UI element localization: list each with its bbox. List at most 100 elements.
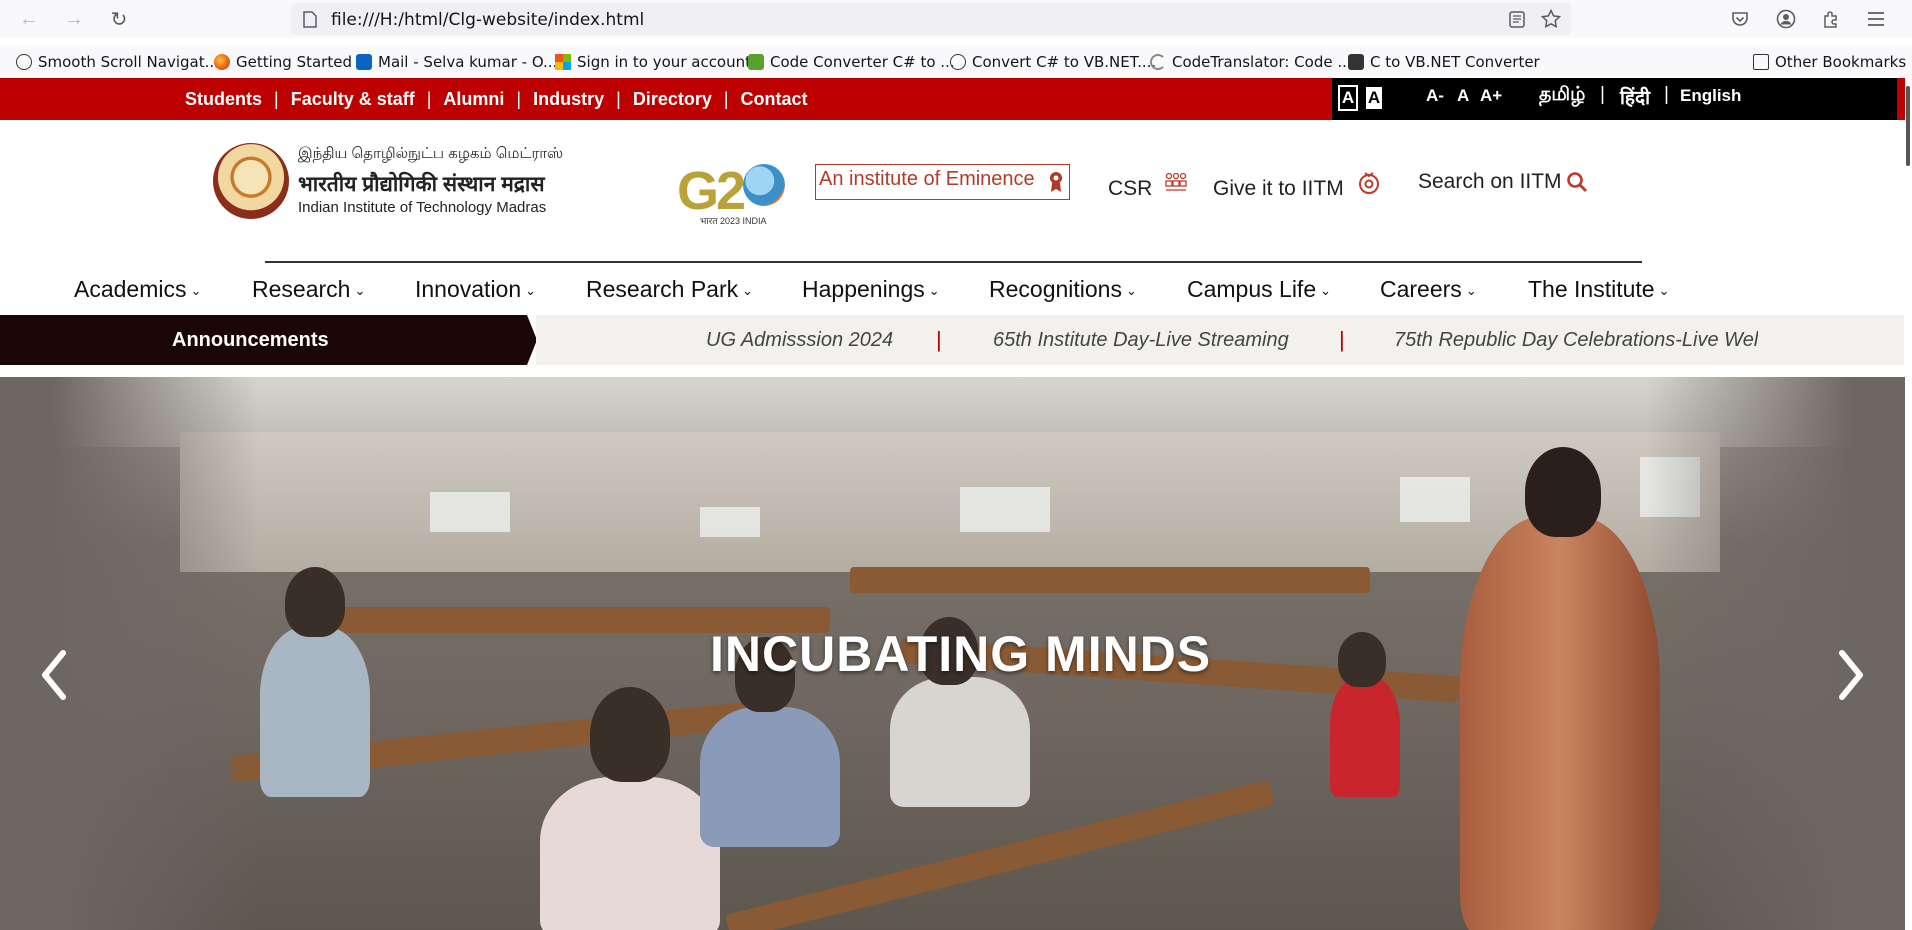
chevron-down-icon: ⌄ xyxy=(190,282,202,298)
link-directory[interactable]: Directory xyxy=(633,89,712,110)
nav-innovation[interactable]: Innovation ⌄ xyxy=(415,276,536,303)
nav-campus-life[interactable]: Campus Life ⌄ xyxy=(1187,276,1331,303)
bookmark-item[interactable]: C to VB.NET Converter xyxy=(1348,51,1540,73)
separator: | xyxy=(516,88,522,109)
lang-hindi[interactable]: हिंदी xyxy=(1620,84,1650,110)
font-increase-button[interactable]: A+ xyxy=(1480,86,1502,106)
carousel-prev-icon[interactable] xyxy=(35,645,75,705)
bookmark-label: Mail - Selva kumar - O... xyxy=(378,53,558,71)
search-icon[interactable] xyxy=(1566,171,1588,193)
eminence-label: An institute of Eminence xyxy=(819,168,1035,190)
announcement-item[interactable]: 65th Institute Day-Live Streaming xyxy=(993,329,1289,352)
nav-label: Innovation xyxy=(415,276,522,302)
csr-link[interactable]: CSR xyxy=(1108,177,1152,201)
nav-careers[interactable]: Careers ⌄ xyxy=(1380,276,1477,303)
account-icon[interactable] xyxy=(1773,6,1799,32)
accessibility-panel: A A A- A A+ தமிழ் | हिंदी | English xyxy=(1332,78,1897,120)
nav-recognitions[interactable]: Recognitions ⌄ xyxy=(989,276,1137,303)
font-decrease-button[interactable]: A- xyxy=(1426,86,1444,106)
header-divider xyxy=(265,261,1642,263)
bookmarks-bar: Smooth Scroll Navigat... Getting Started… xyxy=(0,46,1912,76)
bookmark-item[interactable]: Code Converter C# to ... xyxy=(748,51,955,73)
iitm-seal-logo[interactable] xyxy=(213,143,289,219)
nav-label: Recognitions xyxy=(989,276,1122,302)
carousel-next-icon[interactable] xyxy=(1830,645,1870,705)
high-contrast-button[interactable]: A xyxy=(1338,85,1358,111)
bookmark-item[interactable]: Convert C# to VB.NET.... xyxy=(950,51,1156,73)
logo-text-tamil: இந்திய தொழில்நுட்ப கழகம் மெட்ராஸ் xyxy=(298,145,564,162)
announcement-item[interactable]: 75th Republic Day Celebrations-Live Wel xyxy=(1394,329,1758,352)
bookmark-item[interactable]: CodeTranslator: Code ... xyxy=(1150,51,1352,73)
back-icon[interactable]: ← xyxy=(16,6,42,32)
nav-label: The Institute xyxy=(1528,276,1655,302)
search-link[interactable]: Search on IITM xyxy=(1418,170,1562,194)
scrollbar-thumb[interactable] xyxy=(1906,86,1910,166)
announcements-ticker: UG Admisssion 2024 | 65th Institute Day-… xyxy=(536,315,1904,365)
announcement-item[interactable]: UG Admisssion 2024 xyxy=(706,329,893,352)
nav-academics[interactable]: Academics ⌄ xyxy=(74,276,201,303)
nav-label: Careers xyxy=(1380,276,1462,302)
reload-icon[interactable]: ↻ xyxy=(106,6,132,32)
browser-toolbar: ← → ↻ file:///H:/html/Clg-website/index.… xyxy=(0,0,1912,38)
bookmark-item[interactable]: Mail - Selva kumar - O... xyxy=(356,51,557,73)
give-to-iitm-link[interactable]: Give it to IITM xyxy=(1213,177,1344,201)
link-contact[interactable]: Contact xyxy=(741,89,808,110)
bookmark-star-icon[interactable] xyxy=(1541,9,1561,29)
nav-research[interactable]: Research ⌄ xyxy=(252,276,365,303)
hero-wall xyxy=(180,432,1720,572)
audience-links: Students | Faculty & staff | Alumni | In… xyxy=(185,78,808,120)
menu-icon[interactable] xyxy=(1863,6,1889,32)
nav-research-park[interactable]: Research Park ⌄ xyxy=(586,276,753,303)
chevron-down-icon: ⌄ xyxy=(742,282,754,298)
bookmark-label: C to VB.NET Converter xyxy=(1370,53,1540,71)
normal-contrast-button[interactable]: A xyxy=(1364,85,1384,111)
chevron-down-icon: ⌄ xyxy=(1125,282,1137,298)
pocket-icon[interactable] xyxy=(1727,6,1753,32)
link-industry[interactable]: Industry xyxy=(533,89,604,110)
bookmark-item[interactable]: Sign in to your account xyxy=(555,51,751,73)
codetranslator-icon xyxy=(1150,54,1166,70)
window-shape xyxy=(960,487,1050,532)
extensions-icon[interactable] xyxy=(1818,6,1844,32)
hero-title: INCUBATING MINDS xyxy=(710,626,1212,682)
person-shape xyxy=(260,627,370,797)
separator: | xyxy=(1664,84,1669,105)
nav-happenings[interactable]: Happenings ⌄ xyxy=(802,276,940,303)
utility-bar: Students | Faculty & staff | Alumni | In… xyxy=(0,78,1912,120)
font-reset-button[interactable]: A xyxy=(1457,86,1469,106)
nav-label: Academics xyxy=(74,276,187,302)
person-shape xyxy=(700,707,840,847)
teacher-shape xyxy=(1460,517,1660,930)
nav-label: Campus Life xyxy=(1187,276,1317,302)
announcements-title: Announcements xyxy=(172,329,329,351)
url-bar[interactable]: file:///H:/html/Clg-website/index.html xyxy=(291,3,1571,35)
lang-tamil[interactable]: தமிழ் xyxy=(1539,84,1585,108)
bookmark-item[interactable]: Smooth Scroll Navigat... xyxy=(16,51,219,73)
donate-icon[interactable] xyxy=(1357,170,1381,196)
forward-icon[interactable]: → xyxy=(61,6,87,32)
logo-text-english: Indian Institute of Technology Madras xyxy=(298,199,547,216)
g20-subtext: भारत 2023 INDIA xyxy=(700,216,767,226)
person-shape xyxy=(285,567,345,637)
chevron-down-icon: ⌄ xyxy=(928,282,940,298)
globe-icon xyxy=(950,54,966,70)
link-students[interactable]: Students xyxy=(185,89,262,110)
bookmark-label: Sign in to your account xyxy=(577,53,752,71)
eminence-badge[interactable]: An institute of Eminence xyxy=(815,164,1070,200)
code-converter-icon xyxy=(748,54,764,70)
chevron-down-icon: ⌄ xyxy=(1320,282,1332,298)
bookmark-item[interactable]: Getting Started xyxy=(214,51,352,73)
other-bookmarks[interactable]: Other Bookmarks xyxy=(1753,51,1906,73)
chevron-down-icon: ⌄ xyxy=(525,282,537,298)
announcements-label: Announcements xyxy=(0,315,527,365)
lang-english[interactable]: English xyxy=(1680,86,1741,106)
reader-view-icon[interactable] xyxy=(1509,11,1525,28)
csr-people-icon[interactable] xyxy=(1164,172,1188,194)
url-text: file:///H:/html/Clg-website/index.html xyxy=(331,10,645,30)
link-alumni[interactable]: Alumni xyxy=(443,89,504,110)
person-shape xyxy=(540,777,720,930)
nav-label: Happenings xyxy=(802,276,925,302)
nav-the-institute[interactable]: The Institute ⌄ xyxy=(1528,276,1669,303)
page-scrollbar[interactable] xyxy=(1905,78,1912,930)
link-faculty-staff[interactable]: Faculty & staff xyxy=(291,89,415,110)
